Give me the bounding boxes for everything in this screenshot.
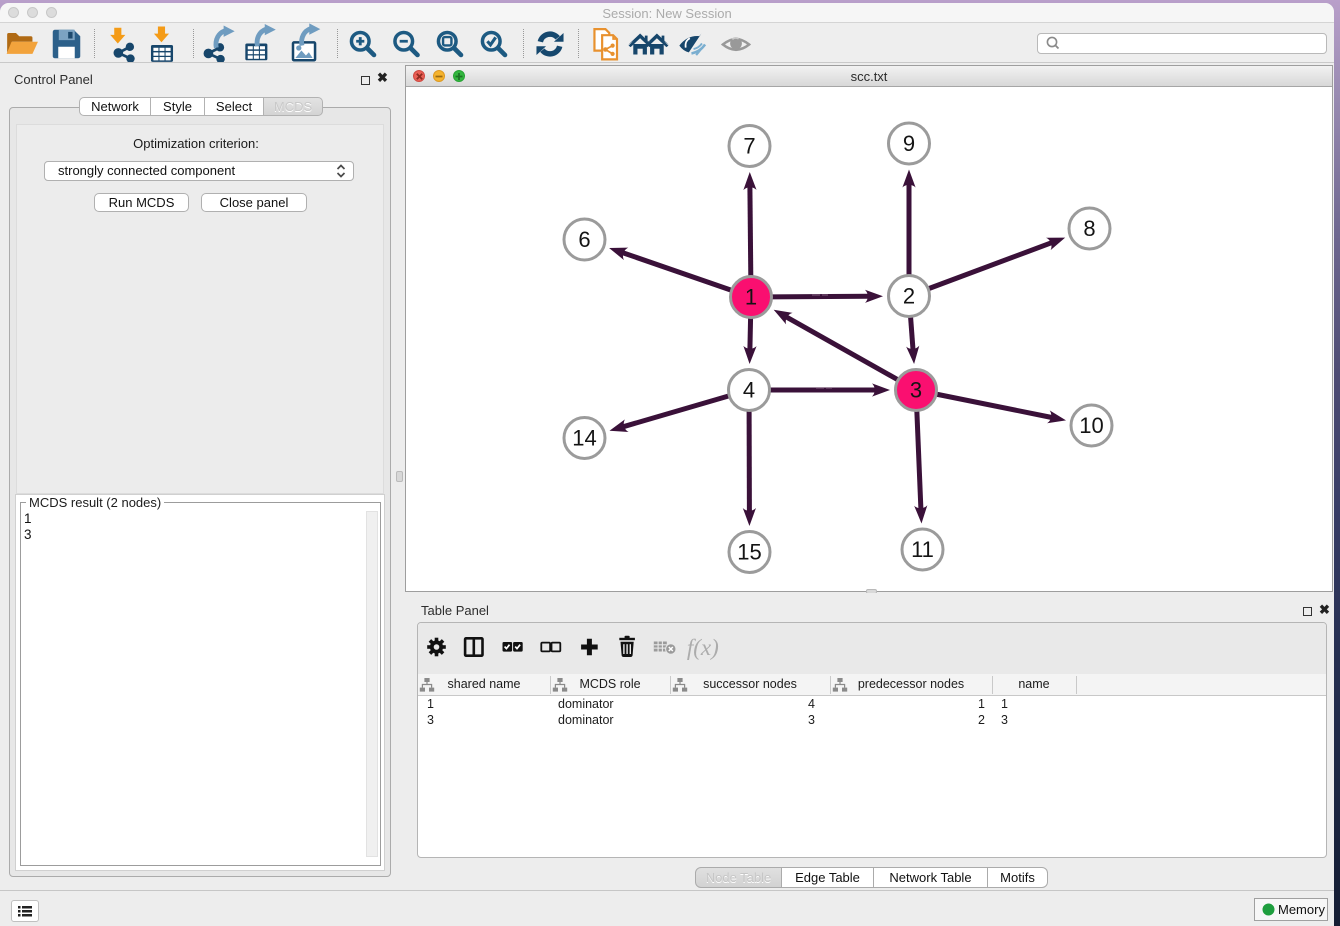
svg-text:f(x): f(x) <box>687 635 719 660</box>
svg-text:10: 10 <box>1079 413 1103 438</box>
svg-text:7: 7 <box>743 134 755 159</box>
svg-text:8: 8 <box>1083 216 1095 241</box>
svg-text:2: 2 <box>903 284 915 309</box>
svg-text:15: 15 <box>737 540 761 565</box>
svg-text:11: 11 <box>911 537 934 562</box>
svg-text:9: 9 <box>903 131 915 156</box>
svg-text:4: 4 <box>743 378 755 403</box>
svg-text:1: 1 <box>745 285 757 310</box>
svg-text:14: 14 <box>572 426 596 451</box>
svg-text:6: 6 <box>578 227 590 252</box>
svg-text:3: 3 <box>910 378 922 403</box>
